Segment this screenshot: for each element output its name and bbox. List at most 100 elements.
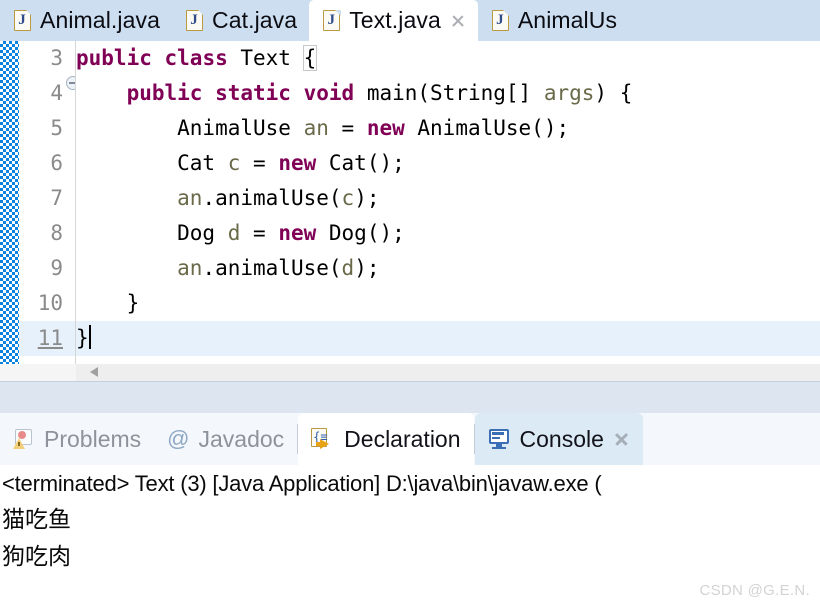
bottom-view-tab-bar: Problems @ Javadoc {≡ Declaration Console <box>0 413 820 465</box>
code-token: { <box>302 45 318 71</box>
code-line[interactable]: } <box>76 321 820 356</box>
code-token: ); <box>354 186 380 210</box>
console-screen-line <box>491 436 500 439</box>
console-icon <box>488 428 511 450</box>
console-base <box>491 446 506 449</box>
java-file-icon: J <box>491 9 510 31</box>
triangle-left-icon[interactable] <box>90 367 98 377</box>
code-token: } <box>76 326 89 350</box>
java-letter-glyph: J <box>327 12 335 28</box>
warning-triangle <box>13 438 25 449</box>
code-token: main(String[] <box>354 81 544 105</box>
code-line[interactable]: an.animalUse(d); <box>76 251 820 286</box>
gutter-row: 7 <box>19 181 75 216</box>
line-number: 11 <box>37 326 63 350</box>
editor-horizontal-scrollbar[interactable] <box>76 364 820 381</box>
code-token: Dog <box>76 221 228 245</box>
editor-console-splitter[interactable] <box>0 381 820 414</box>
gutter-row: 9 <box>19 251 75 286</box>
editor-tab-cat-java[interactable]: J Cat.java <box>172 0 309 41</box>
code-token: c <box>227 151 241 175</box>
code-token: ) { <box>594 81 633 105</box>
code-token: new <box>366 116 405 140</box>
code-line[interactable]: an.animalUse(c); <box>76 181 820 216</box>
problems-icon <box>13 428 35 450</box>
code-token: new <box>278 151 317 175</box>
code-token: ); <box>354 256 380 280</box>
editor-tab-label: AnimalUs <box>517 7 618 33</box>
code-token: args <box>543 81 595 105</box>
line-number: 9 <box>50 256 63 280</box>
view-tab-problems[interactable]: Problems <box>0 413 154 465</box>
gutter-row: 8 <box>19 216 75 251</box>
java-letter-glyph: J <box>190 12 198 28</box>
declaration-arrow-head <box>320 439 330 449</box>
line-number: 7 <box>50 186 63 210</box>
code-token: new <box>278 221 317 245</box>
code-line[interactable]: Dog d = new Dog(); <box>76 216 820 251</box>
code-token: = <box>328 116 367 140</box>
code-token: .animalUse( <box>202 256 342 280</box>
gutter-row: 11 <box>19 321 75 356</box>
code-token: static <box>215 81 291 105</box>
watermark-text: CSDN @G.E.N. <box>699 582 810 599</box>
close-icon[interactable] <box>450 13 466 29</box>
close-icon[interactable] <box>613 431 630 448</box>
editor-tab-animal-java[interactable]: J Animal.java <box>0 0 172 41</box>
view-tab-label: Console <box>519 425 604 452</box>
code-line[interactable]: public class Text { <box>76 41 820 76</box>
code-token: c <box>341 186 355 210</box>
code-token: AnimalUse <box>76 116 304 140</box>
code-line[interactable]: Cat c = new Cat(); <box>76 146 820 181</box>
line-number: 6 <box>50 151 63 175</box>
java-file-icon: J <box>186 9 204 31</box>
view-tab-javadoc[interactable]: @ Javadoc <box>154 413 297 465</box>
code-token: an <box>303 116 329 140</box>
console-screen-line <box>491 432 504 435</box>
code-text-area[interactable]: public class Text { public static void m… <box>76 41 820 364</box>
editor-tab-label: Text.java <box>349 7 441 33</box>
gutter-row: 10 <box>19 286 75 321</box>
line-number: 5 <box>50 116 63 140</box>
editor-area[interactable]: 3 4 5 6 7 8 9 10 11 public class Text { public s… <box>0 41 820 381</box>
view-tab-console[interactable]: Console <box>474 413 643 465</box>
code-token: } <box>76 291 140 315</box>
view-tab-declaration[interactable]: {≡ Declaration <box>298 413 474 465</box>
line-number-gutter: 3 4 5 6 7 8 9 10 11 <box>19 41 80 381</box>
view-tab-label: Javadoc <box>198 425 285 452</box>
code-token: void <box>303 81 355 105</box>
text-caret <box>88 325 91 349</box>
gutter-row: 3 <box>19 41 75 76</box>
code-token: AnimalUse(); <box>404 116 570 140</box>
code-line[interactable]: AnimalUse an = new AnimalUse(); <box>76 111 820 146</box>
console-output-panel[interactable]: <terminated> Text (3) [Java Application]… <box>0 465 820 606</box>
declaration-icon: {≡ <box>311 428 335 450</box>
eclipse-ide-window: J Animal.java J Cat.java J Text.java J AnimalUs… <box>0 0 820 606</box>
console-header-line: <terminated> Text (3) [Java Application]… <box>2 471 602 496</box>
editor-tab-text-java[interactable]: J Text.java <box>309 0 478 41</box>
code-token: public <box>126 81 203 105</box>
line-number: 8 <box>50 221 63 245</box>
java-letter-glyph: J <box>18 12 26 28</box>
code-token: d <box>227 221 241 245</box>
scrollbar-gutter-filler <box>0 364 76 381</box>
at-sign-icon: @ <box>167 426 190 451</box>
line-number: 3 <box>50 46 63 70</box>
editor-tab-label: Animal.java <box>40 7 160 33</box>
code-line[interactable]: } <box>76 286 820 321</box>
code-token: an <box>177 256 203 280</box>
code-token: d <box>341 256 355 280</box>
code-token: Cat <box>76 151 228 175</box>
line-number: 4 <box>50 81 63 105</box>
editor-tab-bar: J Animal.java J Cat.java J Text.java J AnimalUs <box>0 0 820 41</box>
view-tab-label: Declaration <box>344 425 461 452</box>
java-file-icon: J <box>323 9 341 31</box>
code-token: public <box>76 46 152 70</box>
code-line[interactable]: public static void main(String[] args) { <box>76 76 820 111</box>
editor-tab-animalus[interactable]: J AnimalUs <box>478 0 629 41</box>
code-token: = <box>240 151 279 175</box>
editor-tab-label: Cat.java <box>212 7 298 33</box>
